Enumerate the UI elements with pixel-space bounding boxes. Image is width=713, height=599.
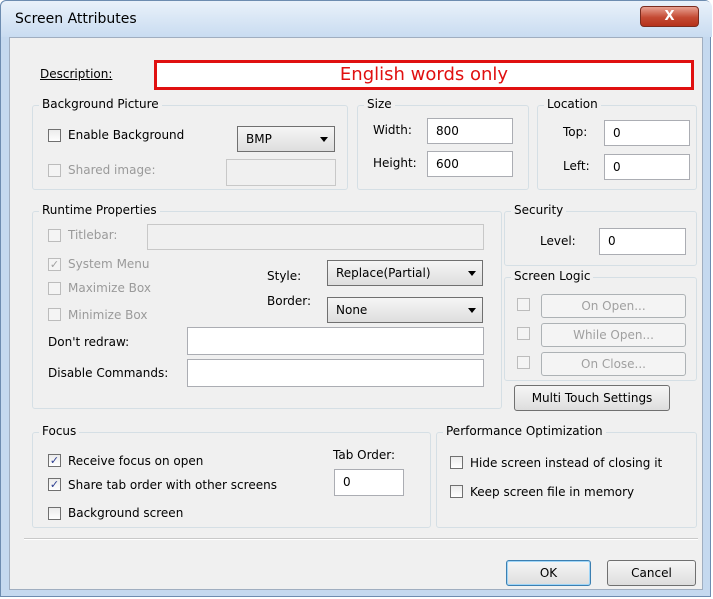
- top-input[interactable]: 0: [604, 120, 690, 146]
- titlebar-field[interactable]: [147, 224, 484, 250]
- shared-image-label: Shared image:: [68, 163, 156, 177]
- shared-image-field[interactable]: [226, 159, 336, 186]
- level-input[interactable]: 0: [599, 228, 686, 255]
- titlebar-label: Titlebar:: [68, 228, 118, 242]
- multi-touch-settings-button[interactable]: Multi Touch Settings: [514, 385, 670, 411]
- share-tab-order-checkbox[interactable]: ✓: [48, 478, 61, 491]
- dont-redraw-input[interactable]: [187, 327, 484, 355]
- screen-attributes-dialog: Screen Attributes X Description: English…: [0, 0, 712, 597]
- dont-redraw-label: Don't redraw:: [48, 335, 130, 349]
- enable-background-label: Enable Background: [68, 128, 185, 142]
- background-screen-label: Background screen: [68, 506, 184, 520]
- description-input[interactable]: English words only: [154, 60, 694, 90]
- background-format-value: BMP: [246, 132, 272, 146]
- dialog-body: Description: English words only Backgrou…: [9, 37, 703, 590]
- background-picture-title: Background Picture: [39, 97, 162, 111]
- style-label: Style:: [267, 269, 302, 283]
- left-input[interactable]: 0: [604, 154, 690, 180]
- focus-title: Focus: [39, 424, 80, 438]
- security-title: Security: [511, 203, 567, 217]
- background-screen-checkbox[interactable]: [48, 507, 61, 520]
- top-label: Top:: [563, 125, 588, 139]
- disable-commands-input[interactable]: [187, 359, 484, 387]
- width-input[interactable]: 800: [427, 118, 513, 144]
- description-label-text: Description:: [40, 67, 113, 81]
- chevron-down-icon: [468, 308, 476, 313]
- performance-optimization-title: Performance Optimization: [443, 424, 606, 438]
- hide-screen-checkbox[interactable]: [450, 456, 463, 469]
- location-title: Location: [544, 97, 601, 111]
- on-open-checkbox[interactable]: [517, 298, 530, 311]
- on-close-button[interactable]: On Close...: [541, 352, 686, 376]
- title-bar[interactable]: Screen Attributes X: [1, 1, 712, 37]
- ok-button[interactable]: OK: [506, 560, 591, 586]
- window-title: Screen Attributes: [15, 11, 137, 27]
- background-format-dropdown[interactable]: BMP: [237, 126, 335, 152]
- system-menu-checkbox[interactable]: ✓: [48, 258, 61, 271]
- border-dropdown[interactable]: None: [327, 297, 483, 323]
- keep-screen-file-checkbox[interactable]: [450, 485, 463, 498]
- hide-screen-label: Hide screen instead of closing it: [470, 456, 663, 470]
- close-button[interactable]: X: [640, 6, 699, 27]
- receive-focus-checkbox[interactable]: ✓: [48, 454, 61, 467]
- description-label: Description:: [40, 67, 112, 81]
- screen-logic-title: Screen Logic: [511, 269, 594, 283]
- share-tab-order-label: Share tab order with other screens: [68, 478, 277, 492]
- border-value: None: [336, 303, 368, 317]
- height-label: Height:: [373, 156, 417, 170]
- performance-optimization-group: Performance Optimization: [436, 424, 697, 528]
- border-label: Border:: [267, 294, 312, 308]
- titlebar-checkbox[interactable]: [48, 229, 61, 242]
- receive-focus-label: Receive focus on open: [68, 454, 204, 468]
- keep-screen-file-label: Keep screen file in memory: [470, 485, 635, 499]
- tab-order-input[interactable]: 0: [334, 469, 404, 496]
- disable-commands-label: Disable Commands:: [48, 366, 169, 380]
- enable-background-checkbox[interactable]: [48, 129, 61, 142]
- shared-image-checkbox[interactable]: [48, 164, 61, 177]
- style-value: Replace(Partial): [336, 266, 431, 280]
- cancel-button[interactable]: Cancel: [607, 560, 696, 586]
- size-title: Size: [364, 97, 395, 111]
- minimize-box-checkbox[interactable]: [48, 308, 61, 321]
- minimize-box-label: Minimize Box: [68, 308, 148, 322]
- runtime-properties-title: Runtime Properties: [39, 203, 160, 217]
- height-input[interactable]: 600: [427, 151, 513, 177]
- left-label: Left:: [563, 159, 590, 173]
- while-open-checkbox[interactable]: [517, 327, 530, 340]
- maximize-box-label: Maximize Box: [68, 281, 151, 295]
- style-dropdown[interactable]: Replace(Partial): [327, 260, 483, 286]
- chevron-down-icon: [320, 137, 328, 142]
- tab-order-label: Tab Order:: [333, 448, 396, 462]
- on-open-button[interactable]: On Open...: [541, 294, 686, 318]
- width-label: Width:: [373, 123, 412, 137]
- on-close-checkbox[interactable]: [517, 356, 530, 369]
- maximize-box-checkbox[interactable]: [48, 282, 61, 295]
- level-label: Level:: [540, 234, 576, 248]
- chevron-down-icon: [468, 271, 476, 276]
- system-menu-label: System Menu: [68, 257, 150, 271]
- while-open-button[interactable]: While Open...: [541, 323, 686, 347]
- separator: [24, 538, 698, 540]
